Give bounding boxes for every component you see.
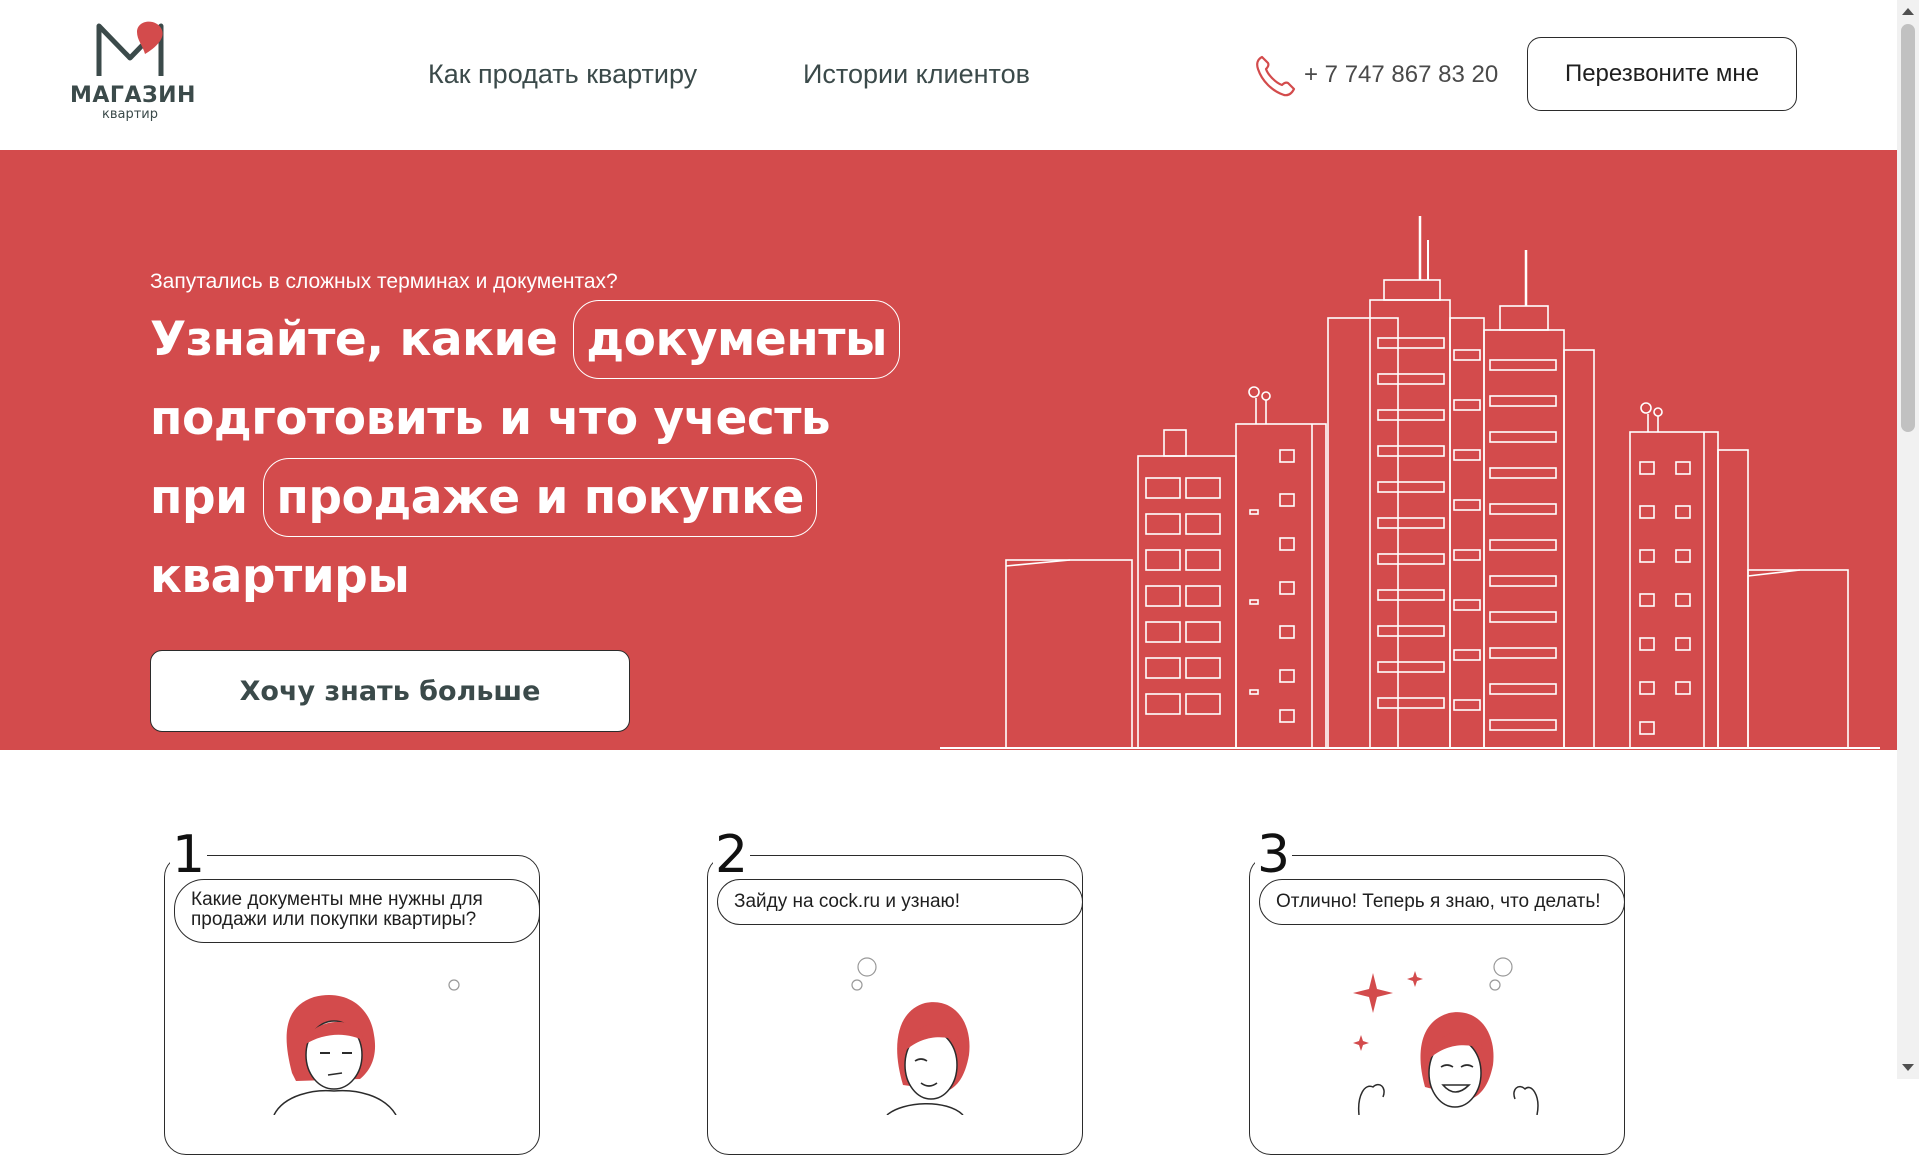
hero-title-part: подготовить и что учесть bbox=[150, 391, 831, 446]
happy-woman-illustration bbox=[1353, 957, 1539, 1115]
logo-subtitle: квартир bbox=[101, 107, 158, 122]
phone-icon bbox=[1256, 55, 1296, 97]
logo[interactable]: МАГАЗИН квартир bbox=[70, 18, 196, 138]
nav-link-how-to-sell[interactable]: Как продать квартиру bbox=[428, 58, 697, 90]
speech-bubble: Отлично! Теперь я знаю, что делать! bbox=[1259, 879, 1625, 925]
phone-number: + 7 747 867 83 20 bbox=[1304, 61, 1499, 88]
step-number: 3 bbox=[1255, 825, 1293, 885]
scroll-thumb[interactable] bbox=[1901, 24, 1915, 432]
logo-title: МАГАЗИН bbox=[70, 83, 196, 108]
hero-highlight-sale-purchase: продаже и покупке bbox=[263, 458, 817, 537]
city-buildings-illustration bbox=[940, 216, 1880, 749]
learn-more-button[interactable]: Хочу знать больше bbox=[150, 650, 630, 732]
step-card: 1 Какие документы мне нужны для продажи … bbox=[164, 827, 544, 1155]
phone-contact[interactable]: + 7 747 867 83 20 bbox=[1254, 50, 1498, 100]
thinking-woman-illustration bbox=[273, 979, 460, 1115]
hero-section: Запутались в сложных терминах и документ… bbox=[0, 150, 1897, 750]
step-number: 1 bbox=[170, 825, 208, 885]
nav-link-client-stories[interactable]: Истории клиентов bbox=[803, 58, 1030, 90]
step-card: 3 Отлично! Теперь я знаю, что делать! bbox=[1249, 827, 1629, 1155]
hero-title-part: квартиры bbox=[150, 549, 410, 604]
scroll-down-arrow-icon[interactable] bbox=[1902, 1064, 1914, 1071]
step-number: 2 bbox=[713, 825, 751, 885]
smiling-woman-illustration bbox=[851, 957, 970, 1115]
hero-title-part: Узнайте, какие bbox=[150, 312, 574, 367]
page-scrollbar[interactable] bbox=[1897, 0, 1919, 1079]
scroll-up-arrow-icon[interactable] bbox=[1902, 8, 1914, 15]
m-heart-logo-icon bbox=[96, 21, 164, 76]
callback-button[interactable]: Перезвоните мне bbox=[1527, 37, 1797, 111]
step-card: 2 Зайду на cock.ru и узнаю! bbox=[707, 827, 1087, 1155]
hero-highlight-documents: документы bbox=[573, 300, 900, 379]
hero-title: Узнайте, какие документы подготовить и ч… bbox=[150, 300, 910, 616]
speech-bubble: Какие документы мне нужны для продажи ил… bbox=[174, 879, 540, 943]
site-header: МАГАЗИН квартир Как продать квартиру Ист… bbox=[0, 0, 1897, 150]
speech-bubble: Зайду на cock.ru и узнаю! bbox=[717, 879, 1083, 925]
sparkle-icon bbox=[1353, 973, 1393, 1013]
hero-title-part: при bbox=[150, 470, 264, 525]
hero-subtitle: Запутались в сложных терминах и документ… bbox=[150, 270, 618, 293]
